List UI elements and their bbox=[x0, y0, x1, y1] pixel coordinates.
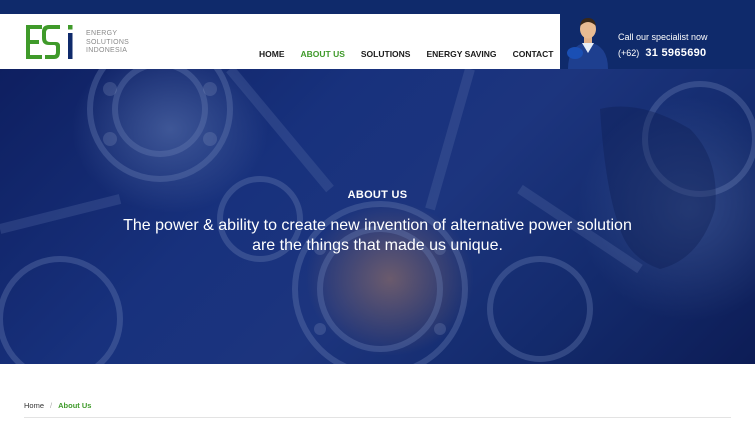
nav-energy-saving[interactable]: ENERGY SAVING bbox=[426, 49, 496, 59]
call-phone[interactable]: (+62) 31 5965690 bbox=[618, 47, 706, 59]
nav-about-us[interactable]: ABOUT US bbox=[301, 49, 345, 59]
call-label: Call our specialist now bbox=[618, 32, 708, 42]
breadcrumb-home[interactable]: Home bbox=[24, 401, 44, 410]
hero-title: ABOUT US bbox=[347, 189, 408, 201]
esi-logo[interactable]: ENERGY SOLUTIONS INDONESIA bbox=[24, 23, 134, 61]
phone-number: 31 5965690 bbox=[645, 47, 707, 59]
nav-contact[interactable]: CONTACT bbox=[513, 49, 554, 59]
phone-country-code: (+62) bbox=[618, 48, 640, 58]
logo-line-1: ENERGY bbox=[86, 30, 118, 37]
specialist-photo bbox=[567, 18, 608, 69]
hero-banner: ABOUT US The power & ability to create n… bbox=[0, 69, 755, 364]
breadcrumb-current: About Us bbox=[58, 401, 92, 410]
nav-home[interactable]: HOME bbox=[259, 49, 285, 59]
logo-line-3: INDONESIA bbox=[86, 47, 128, 54]
divider bbox=[24, 417, 731, 418]
call-specialist-panel: Call our specialist now (+62) 31 5965690 bbox=[560, 14, 755, 69]
esi-logo-mark bbox=[26, 25, 73, 59]
main-nav: HOME ABOUT US SOLUTIONS ENERGY SAVING CO… bbox=[259, 49, 569, 59]
logo-wordmark: ENERGY SOLUTIONS INDONESIA bbox=[86, 30, 129, 56]
breadcrumb: Home / About Us bbox=[24, 401, 91, 410]
top-strip bbox=[0, 0, 755, 14]
hero-tagline: The power & ability to create new invent… bbox=[123, 217, 632, 254]
logo-line-2: SOLUTIONS bbox=[86, 38, 130, 46]
nav-solutions[interactable]: SOLUTIONS bbox=[361, 49, 411, 59]
breadcrumb-separator: / bbox=[50, 401, 53, 410]
